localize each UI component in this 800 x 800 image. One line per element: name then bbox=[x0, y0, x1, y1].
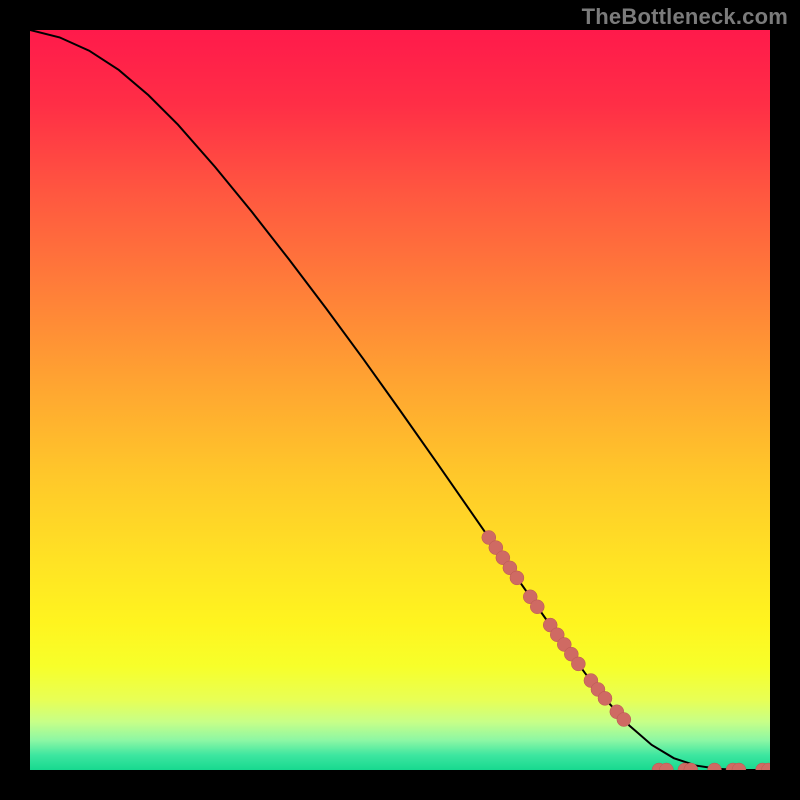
data-dot bbox=[510, 571, 524, 585]
data-dot bbox=[617, 713, 631, 727]
gradient-background bbox=[30, 30, 770, 770]
data-dot bbox=[530, 600, 544, 614]
watermark-text: TheBottleneck.com bbox=[582, 4, 788, 30]
data-dot bbox=[598, 691, 612, 705]
data-dot bbox=[571, 657, 585, 671]
plot-area bbox=[30, 30, 770, 770]
chart-frame: TheBottleneck.com bbox=[0, 0, 800, 800]
chart-svg bbox=[30, 30, 770, 770]
